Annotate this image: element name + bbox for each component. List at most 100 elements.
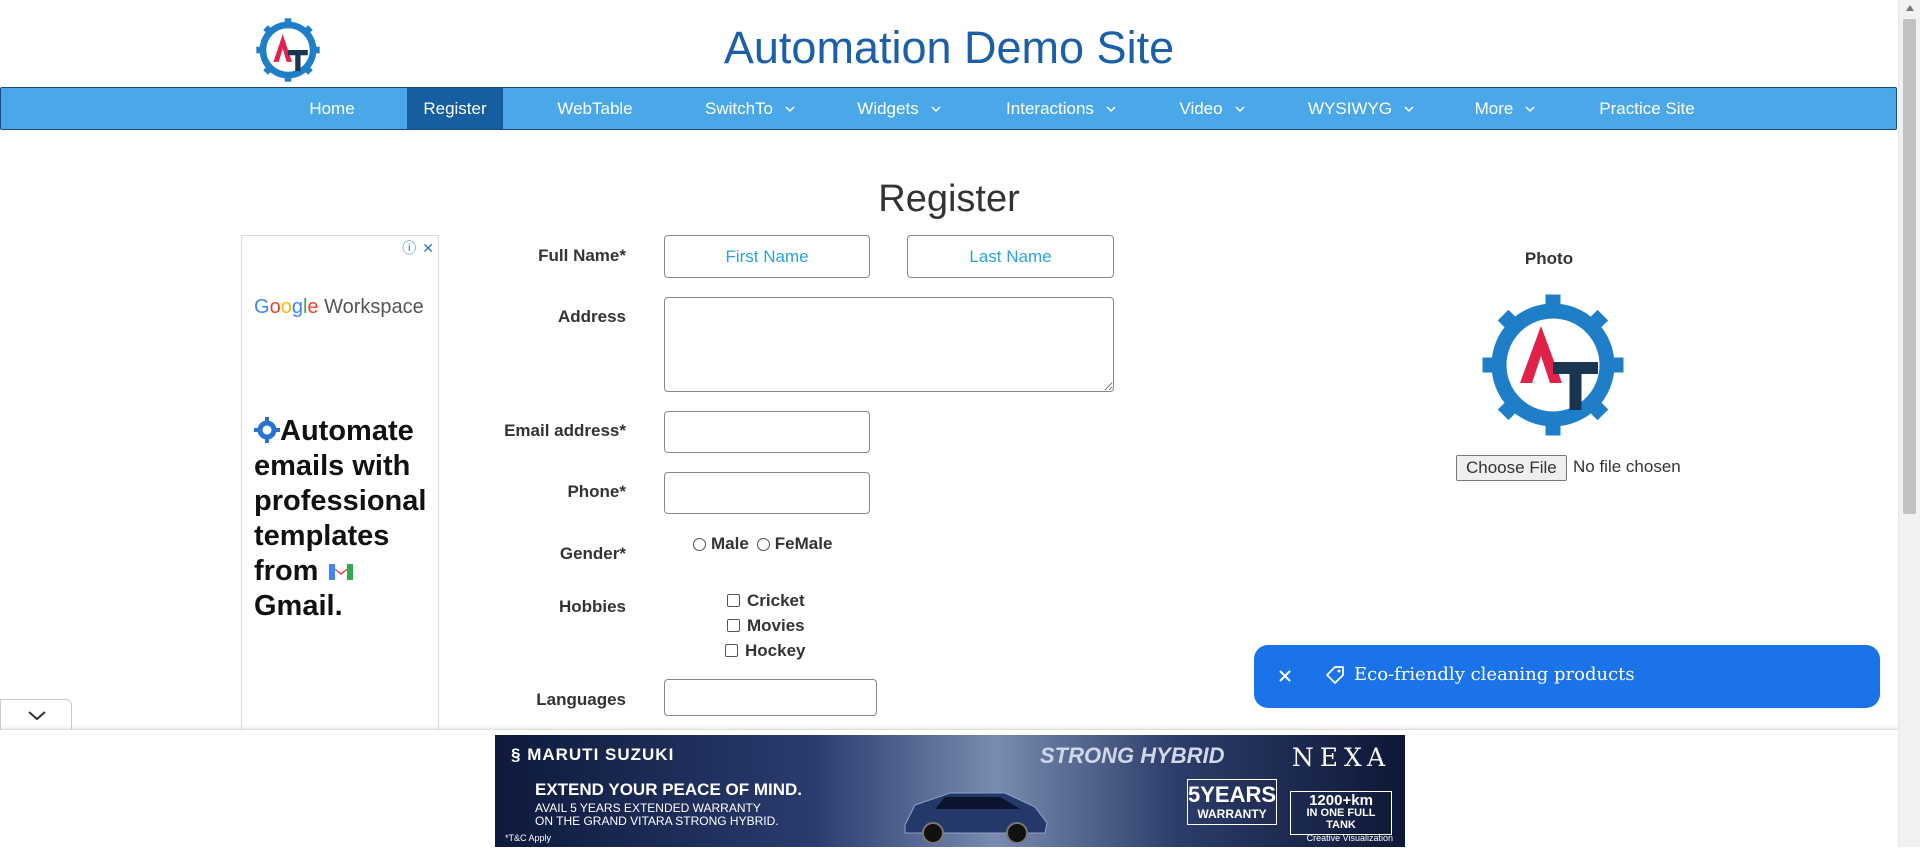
gender-female-radio[interactable] — [756, 537, 770, 551]
sidebar-ad[interactable]: ⓘ ✕ Google Workspace Automate emails with… — [241, 235, 439, 730]
languages-label: Languages — [536, 690, 626, 709]
nav-wysiwyg[interactable]: WYSIWYG — [1297, 88, 1425, 129]
nav-label: Home — [309, 99, 355, 118]
ad-brand-suffix: Workspace — [318, 296, 424, 318]
banner-subtext: AVAIL 5 YEARS EXTENDED WARRANTY ON THE GR… — [535, 802, 779, 828]
banner-km: 1200+km — [1309, 792, 1373, 809]
nav-practice-site[interactable]: Practice Site — [1585, 88, 1709, 129]
hobby-hockey: Hockey — [725, 638, 805, 663]
phone-field[interactable] — [664, 472, 870, 514]
chevron-down-icon — [28, 711, 46, 721]
page-title: Register — [878, 178, 1020, 220]
ad-brand-letter: o — [280, 296, 292, 318]
chevron-down-icon — [1525, 106, 1535, 113]
chevron-down-icon — [1235, 106, 1245, 113]
hobby-label: Cricket — [747, 590, 805, 610]
ad-copy-brand: Gmail. — [254, 590, 343, 622]
photo-label: Photo — [1524, 249, 1574, 268]
banner-tc: *T&C Apply — [505, 833, 552, 843]
banner-brand: § MARUTI SUZUKI — [511, 745, 675, 764]
banner-years-sub: WARRANTY — [1197, 807, 1267, 821]
nav-register[interactable]: Register — [407, 88, 503, 129]
banner-warranty-badge: 5YEARS WARRANTY — [1187, 779, 1277, 825]
banner-sub1: AVAIL 5 YEARS EXTENDED WARRANTY — [535, 801, 761, 815]
nav-label: Video — [1179, 99, 1223, 118]
nav-label: WYSIWYG — [1307, 99, 1393, 118]
languages-multiselect[interactable] — [664, 679, 877, 716]
ad-brand: Google Workspace — [254, 296, 424, 319]
site-title: Automation Demo Site — [723, 22, 1175, 73]
nav-switchto[interactable]: SwitchTo — [691, 88, 809, 129]
banner-hybrid: STRONG HYBRID — [1040, 743, 1225, 768]
full-name-label: Full Name* — [538, 246, 626, 265]
file-status: No file chosen — [1573, 457, 1681, 476]
nav-home[interactable]: Home — [291, 88, 373, 129]
hobby-label: Movies — [747, 615, 805, 635]
nav-video[interactable]: Video — [1167, 88, 1257, 129]
ad-close-icon[interactable]: ✕ — [422, 240, 434, 256]
nav-label: Widgets — [857, 99, 919, 118]
gender-options: Male FeMale — [693, 534, 832, 554]
ad-controls: ⓘ ✕ — [396, 238, 434, 258]
page-scrollbar[interactable] — [1898, 0, 1920, 847]
chevron-down-icon — [931, 106, 941, 113]
nav-webtable[interactable]: WebTable — [541, 88, 649, 129]
hobby-label: Hockey — [745, 640, 806, 660]
banner-km-badge: 1200+km IN ONE FULL TANK — [1290, 791, 1392, 835]
hobby-cricket: Cricket — [727, 588, 805, 613]
banner-sub2: ON THE GRAND VITARA STRONG HYBRID. — [535, 814, 779, 828]
chevron-down-icon — [1404, 106, 1414, 113]
hobby-movies: Movies — [727, 613, 805, 638]
banner-nexa: NEXA — [1291, 743, 1391, 772]
banner-headline: EXTEND YOUR PEACE OF MIND. — [535, 780, 802, 799]
nav-widgets[interactable]: Widgets — [844, 88, 954, 129]
bottom-banner-ad[interactable]: § MARUTI SUZUKI EXTEND YOUR PEACE OF MIN… — [495, 735, 1405, 847]
main-nav: Home Register WebTable SwitchTo Widgets … — [0, 87, 1897, 130]
gender-male-label: Male — [711, 534, 749, 553]
ad-copy: Automate emails with professional templa… — [254, 414, 434, 624]
nav-more[interactable]: More — [1465, 88, 1545, 129]
gmail-icon — [328, 564, 353, 580]
gender-label: Gender* — [559, 544, 626, 563]
email-label: Email address* — [504, 421, 626, 440]
car-image — [904, 792, 1048, 843]
email-field[interactable] — [664, 411, 870, 453]
last-name-input[interactable] — [907, 235, 1114, 278]
hobbies-options: Cricket Movies Hockey — [725, 588, 805, 663]
nav-label: Register — [423, 99, 487, 118]
gender-male-radio[interactable] — [693, 537, 706, 551]
banner-credit: Creative Visualization — [1306, 833, 1393, 843]
gender-female-label: FeMale — [774, 534, 833, 553]
nav-label: More — [1474, 99, 1514, 118]
banner-years: 5YEARS — [1188, 782, 1277, 807]
choose-file-button[interactable]: Choose File — [1456, 455, 1567, 481]
scroll-up-icon[interactable] — [1905, 4, 1915, 12]
close-icon[interactable] — [1274, 665, 1296, 687]
first-name-input[interactable] — [664, 235, 870, 278]
banner-km-sub: IN ONE FULL TANK — [1306, 807, 1376, 831]
hobby-hockey-checkbox[interactable] — [725, 644, 738, 657]
ad-brand-letter: G — [254, 296, 270, 318]
toast-text: Eco-friendly cleaning products — [1354, 664, 1635, 685]
ad-info-icon[interactable]: ⓘ — [402, 240, 416, 256]
address-textarea[interactable] — [664, 297, 1114, 392]
nav-label: SwitchTo — [704, 99, 774, 118]
nav-label: Interactions — [1006, 99, 1094, 118]
scrollbar-thumb[interactable] — [1903, 19, 1916, 514]
hobbies-label: Hobbies — [558, 597, 626, 616]
promo-toast[interactable]: Eco-friendly cleaning products — [1254, 645, 1880, 708]
phone-label: Phone* — [567, 482, 626, 501]
nav-label: Practice Site — [1599, 99, 1695, 118]
banner-brand-text: MARUTI SUZUKI — [527, 745, 675, 764]
photo-preview — [1482, 294, 1624, 436]
tag-icon — [1326, 666, 1344, 684]
gear-icon — [254, 417, 280, 443]
ad-collapse-tab[interactable] — [0, 699, 72, 729]
hobby-cricket-checkbox[interactable] — [727, 594, 740, 607]
nav-interactions[interactable]: Interactions — [993, 88, 1129, 129]
chevron-down-icon — [1106, 106, 1116, 113]
ad-brand-letter: e — [307, 296, 319, 318]
hobby-movies-checkbox[interactable] — [727, 619, 740, 632]
address-label: Address — [557, 307, 626, 326]
chevron-down-icon — [785, 106, 795, 113]
